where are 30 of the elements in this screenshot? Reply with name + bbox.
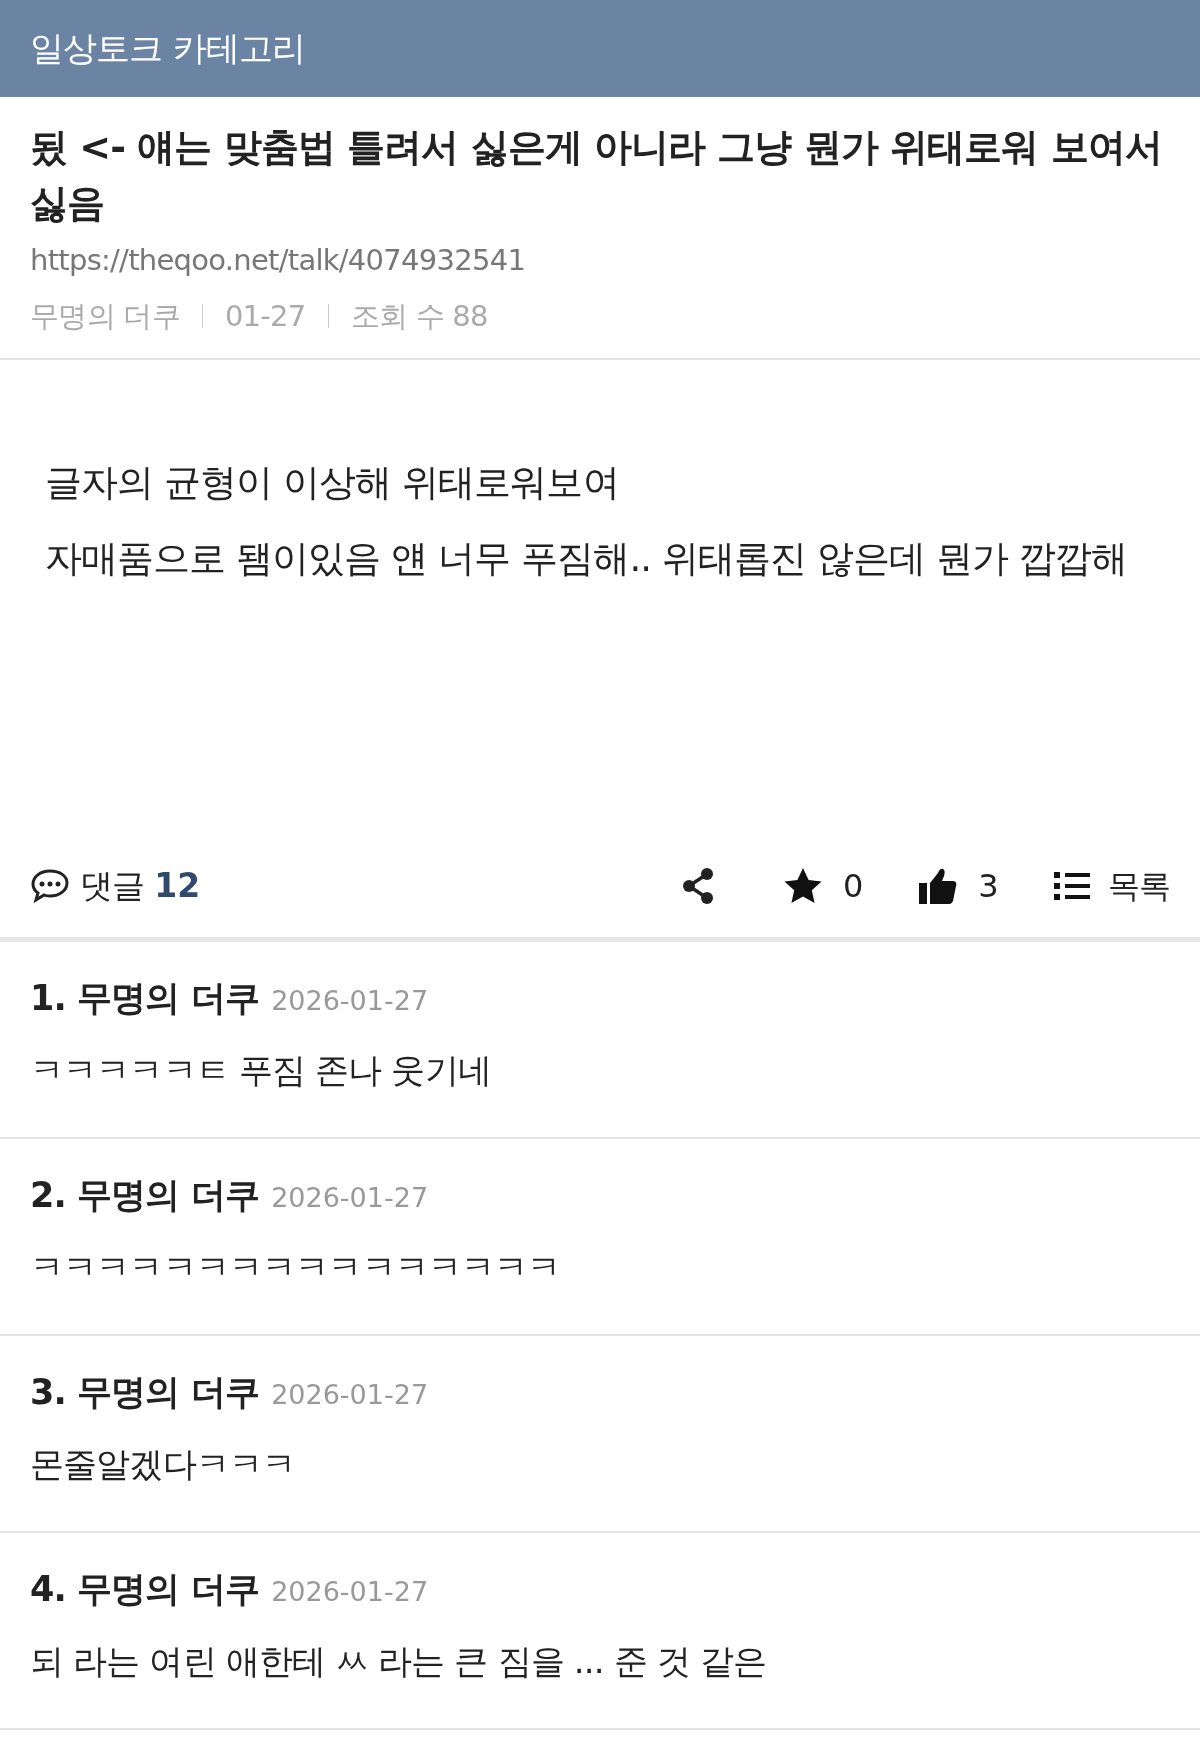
comment-text: 되 라는 여린 애한테 ㅆ 라는 큰 짐을 ... 준 것 같은 [30,1639,768,1683]
comment-date: 2026-01-27 [271,1181,429,1215]
body-text: 글자의 균형이 이상해 위태로워보여 [45,460,620,506]
comment-text: 몬줄알겠다ㅋㅋㅋ [30,1442,297,1486]
comment-date: 2026-01-27 [271,1575,429,1609]
comment-author: 3. 무명의 더쿠 [30,1371,260,1414]
comment-date: 2026-01-27 [271,1378,429,1412]
post-date: 01-27 [224,297,306,335]
share-button[interactable] [680,866,715,905]
comment-date: 2026-01-27 [271,984,429,1018]
speech-bubble-icon [30,867,70,904]
category-title: 일상토크 카테고리 [30,27,306,70]
comment-text: ㅋㅋㅋㅋㅋㅋㅋㅋㅋㅋㅋㅋㅋㅋㅋㅋ [30,1245,562,1289]
post-url: https://theqoo.net/talk/4074932541 [30,242,527,279]
comment-author: 4. 무명의 더쿠 [30,1568,260,1611]
like-button[interactable]: 3 [918,861,999,910]
body-text: 자매품으로 됌이있음 얜 너무 푸짐해.. 위태롭진 않은데 뭔가 깝깝해 [45,536,1129,582]
list-icon [1053,870,1090,901]
author-name: 무명의 더쿠 [30,297,180,335]
comments-label: 댓글 [80,864,145,907]
comment-author: 1. 무명의 더쿠 [30,977,260,1020]
star-button[interactable]: 0 [782,861,864,910]
post-title: 됬 <- 얘는 맞춤법 틀려서 싫은게 아니라 그냥 뭔가 위태로워 보여서 싫음 [30,124,1163,227]
comment-text: ㅋㅋㅋㅋㅋㅌ 푸짐 존나 웃기네 [30,1048,492,1092]
comments-count: 12 [154,864,201,907]
list-button[interactable]: 목록 [1053,861,1170,910]
comment-author: 2. 무명의 더쿠 [30,1174,260,1217]
star-icon [782,866,823,905]
view-count: 조회 수 88 [350,297,488,335]
thumbs-up-icon [918,866,959,905]
